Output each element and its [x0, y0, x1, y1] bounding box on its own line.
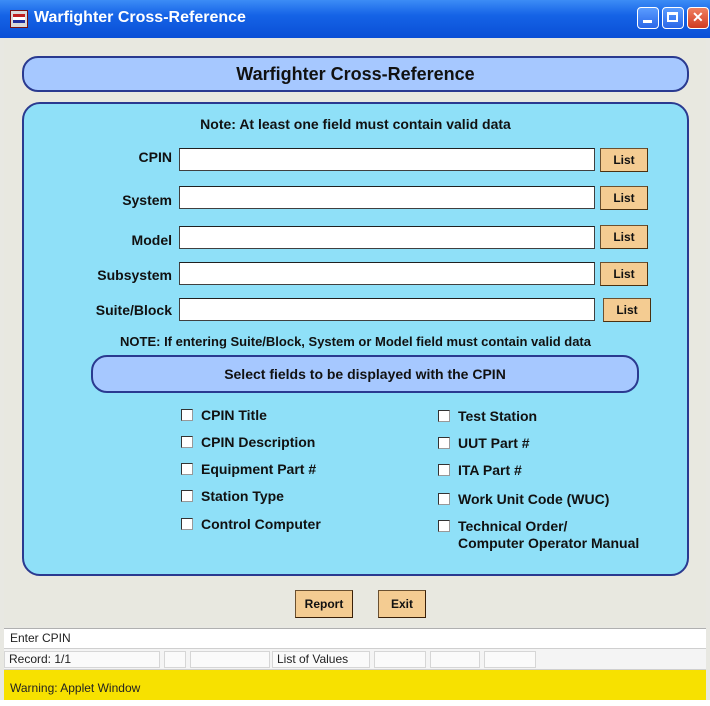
suite-block-input[interactable]: [179, 298, 595, 321]
checkbox-box[interactable]: [181, 409, 193, 421]
checkbox-uut-part[interactable]: UUT Part #: [438, 435, 530, 452]
checkbox-box[interactable]: [181, 436, 193, 448]
minimize-button[interactable]: [637, 7, 659, 29]
suite-block-list-button[interactable]: List: [603, 298, 651, 322]
record-cell-blank: [190, 651, 270, 668]
checkbox-ita-part[interactable]: ITA Part #: [438, 462, 522, 479]
checkbox-box[interactable]: [438, 464, 450, 476]
checkbox-label: UUT Part #: [458, 435, 530, 451]
checkbox-box[interactable]: [438, 493, 450, 505]
checkbox-label: CPIN Title: [201, 407, 267, 423]
checkbox-label: Test Station: [458, 408, 538, 424]
checkbox-label: Station Type: [201, 488, 284, 504]
checkbox-label-line2: Computer Operator Manual: [458, 535, 640, 551]
checkbox-box[interactable]: [438, 437, 450, 449]
checkbox-box[interactable]: [438, 520, 450, 532]
record-cell-blank: [430, 651, 480, 668]
checkbox-label-line1: Technical Order/: [458, 518, 568, 534]
checkbox-label: Work Unit Code (WUC): [458, 491, 610, 507]
subsystem-input[interactable]: [179, 262, 595, 285]
record-bar: Record: 1/1 List of Values: [4, 648, 706, 670]
checkbox-box[interactable]: [181, 463, 193, 475]
record-indicator: Record: 1/1: [4, 651, 160, 668]
window-title: Warfighter Cross-Reference: [34, 9, 246, 26]
model-list-button[interactable]: List: [600, 225, 648, 249]
page-title: Warfighter Cross-Reference: [236, 63, 475, 84]
model-input[interactable]: [179, 226, 595, 249]
title-bar[interactable]: Warfighter Cross-Reference: [0, 0, 710, 38]
checkbox-control-computer[interactable]: Control Computer: [181, 516, 321, 533]
checkbox-cpin-description[interactable]: CPIN Description: [181, 434, 315, 451]
checkbox-label: ITA Part #: [458, 462, 522, 478]
app-icon: [10, 10, 28, 28]
checkbox-label: Equipment Part #: [201, 461, 317, 477]
checkbox-label: CPIN Description: [201, 434, 316, 450]
list-of-values-indicator: List of Values: [272, 651, 370, 668]
close-button[interactable]: [687, 7, 709, 29]
required-note: Note: At least one field must contain va…: [200, 116, 511, 132]
checkbox-box[interactable]: [181, 490, 193, 502]
checkbox-equipment-part[interactable]: Equipment Part #: [181, 461, 316, 478]
exit-button[interactable]: Exit: [378, 590, 426, 618]
checkbox-test-station[interactable]: Test Station: [438, 408, 537, 425]
record-cell-blank: [374, 651, 426, 668]
app-window: Warfighter Cross-Reference Warfighter Cr…: [0, 0, 710, 700]
status-message: Enter CPIN: [4, 628, 706, 648]
checkbox-box[interactable]: [438, 410, 450, 422]
cpin-input[interactable]: [179, 148, 595, 171]
checkbox-box[interactable]: [181, 518, 193, 530]
header-panel: Warfighter Cross-Reference: [22, 56, 689, 92]
report-button[interactable]: Report: [295, 590, 353, 618]
cpin-label: CPIN: [138, 149, 172, 165]
record-cell-blank: [164, 651, 186, 668]
checkbox-work-unit-code[interactable]: Work Unit Code (WUC): [438, 491, 609, 508]
client-area: Warfighter Cross-Reference Note: At leas…: [4, 38, 706, 626]
system-label: System: [122, 192, 172, 208]
suite-block-label: Suite/Block: [95, 302, 172, 318]
select-fields-header: Select fields to be displayed with the C…: [91, 355, 639, 393]
cpin-list-button[interactable]: List: [600, 148, 648, 172]
maximize-button[interactable]: [662, 7, 684, 29]
checkbox-cpin-title[interactable]: CPIN Title: [181, 407, 267, 424]
checkbox-label: Technical Order/ Computer Operator Manua…: [458, 518, 639, 552]
subsystem-list-button[interactable]: List: [600, 262, 648, 286]
checkbox-station-type[interactable]: Station Type: [181, 488, 284, 505]
system-input[interactable]: [179, 186, 595, 209]
search-panel: Note: At least one field must contain va…: [22, 102, 689, 576]
select-fields-title: Select fields to be displayed with the C…: [224, 366, 506, 382]
model-label: Model: [131, 232, 172, 248]
suite-block-note: NOTE: If entering Suite/Block, System or…: [120, 334, 591, 349]
record-cell-blank: [484, 651, 536, 668]
applet-warning: Warning: Applet Window: [4, 670, 706, 700]
checkbox-label: Control Computer: [201, 516, 321, 532]
system-list-button[interactable]: List: [600, 186, 648, 210]
checkbox-technical-order[interactable]: Technical Order/ Computer Operator Manua…: [438, 518, 639, 552]
subsystem-label: Subsystem: [97, 267, 172, 283]
